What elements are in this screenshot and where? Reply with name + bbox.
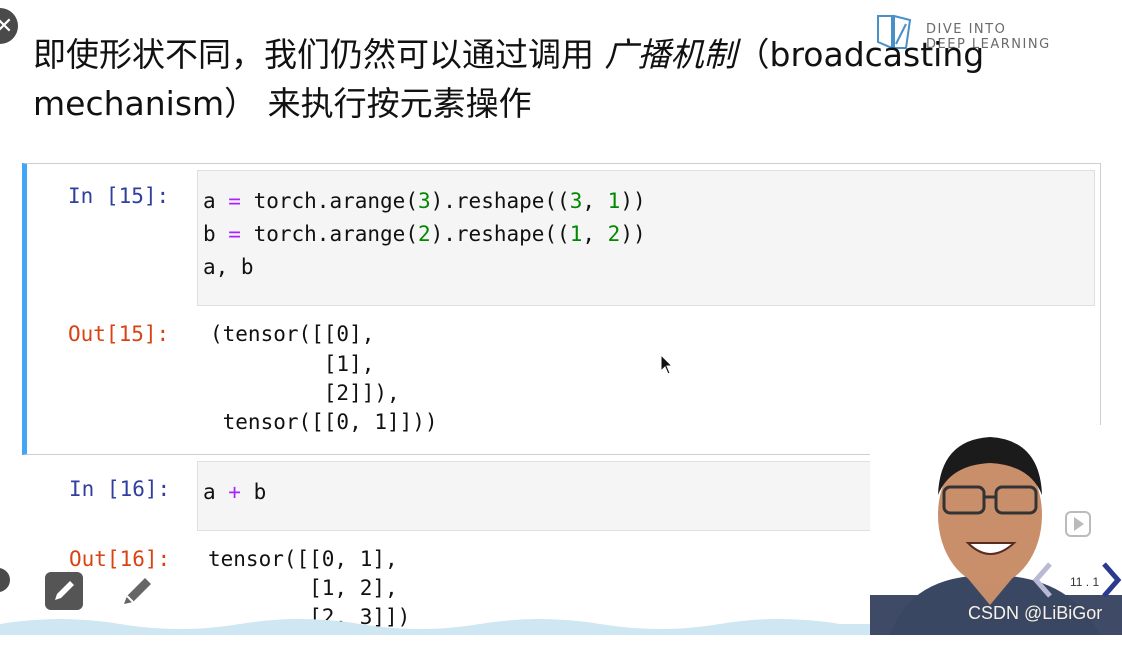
out-prompt: Out[15]:	[68, 322, 170, 346]
play-icon	[1065, 511, 1091, 537]
in-prompt: In [15]:	[68, 184, 170, 208]
out-prompt: Out[16]:	[69, 547, 171, 571]
decorative-wave	[0, 619, 900, 635]
code-line: b = torch.arange(2).reshape((1, 2))	[203, 222, 646, 246]
previous-slide-button[interactable]	[1032, 560, 1054, 605]
play-button[interactable]	[1052, 500, 1104, 548]
annotate-button[interactable]	[118, 572, 156, 610]
code-input-area[interactable]: a = torch.arange(3).reshape((3, 1)) b = …	[197, 170, 1095, 306]
edit-button[interactable]	[45, 572, 83, 610]
code-line: a + b	[203, 480, 267, 504]
heading-italic-term: 广播机制	[604, 35, 737, 74]
output-line: [1],	[210, 352, 375, 376]
output-line: (tensor([[0],	[210, 322, 375, 346]
code-line: a = torch.arange(3).reshape((3, 1))	[203, 189, 646, 213]
chevron-left-icon	[1032, 562, 1052, 598]
next-slide-button[interactable]	[1100, 560, 1122, 605]
code-line: a, b	[203, 255, 254, 279]
in-prompt: In [16]:	[69, 477, 171, 501]
chevron-right-icon	[1102, 562, 1122, 598]
pencil-icon	[55, 581, 74, 600]
pencil-outline-icon	[124, 578, 151, 604]
output-line: tensor([[0, 1],	[208, 547, 398, 571]
slide-number: 11 . 1	[1070, 575, 1100, 589]
mouse-cursor-icon	[660, 354, 674, 375]
output-line: [2]]),	[210, 381, 400, 405]
slide-heading: 即使形状不同，我们仍然可以通过调用 广播机制（broadcasting mech…	[33, 30, 1103, 128]
sidebar-toggle-button[interactable]	[0, 568, 10, 592]
notebook-cell-15[interactable]: In [15]: a = torch.arange(3).reshape((3,…	[22, 163, 1101, 455]
output-line: [1, 2],	[208, 576, 398, 600]
heading-text-1: 即使形状不同，我们仍然可以通过调用	[33, 35, 605, 74]
close-icon: ✕	[0, 13, 14, 38]
output-line: tensor([[0, 1]]))	[210, 410, 438, 434]
close-button[interactable]: ✕	[0, 8, 18, 44]
watermark: CSDN @LiBiGor	[968, 603, 1103, 623]
